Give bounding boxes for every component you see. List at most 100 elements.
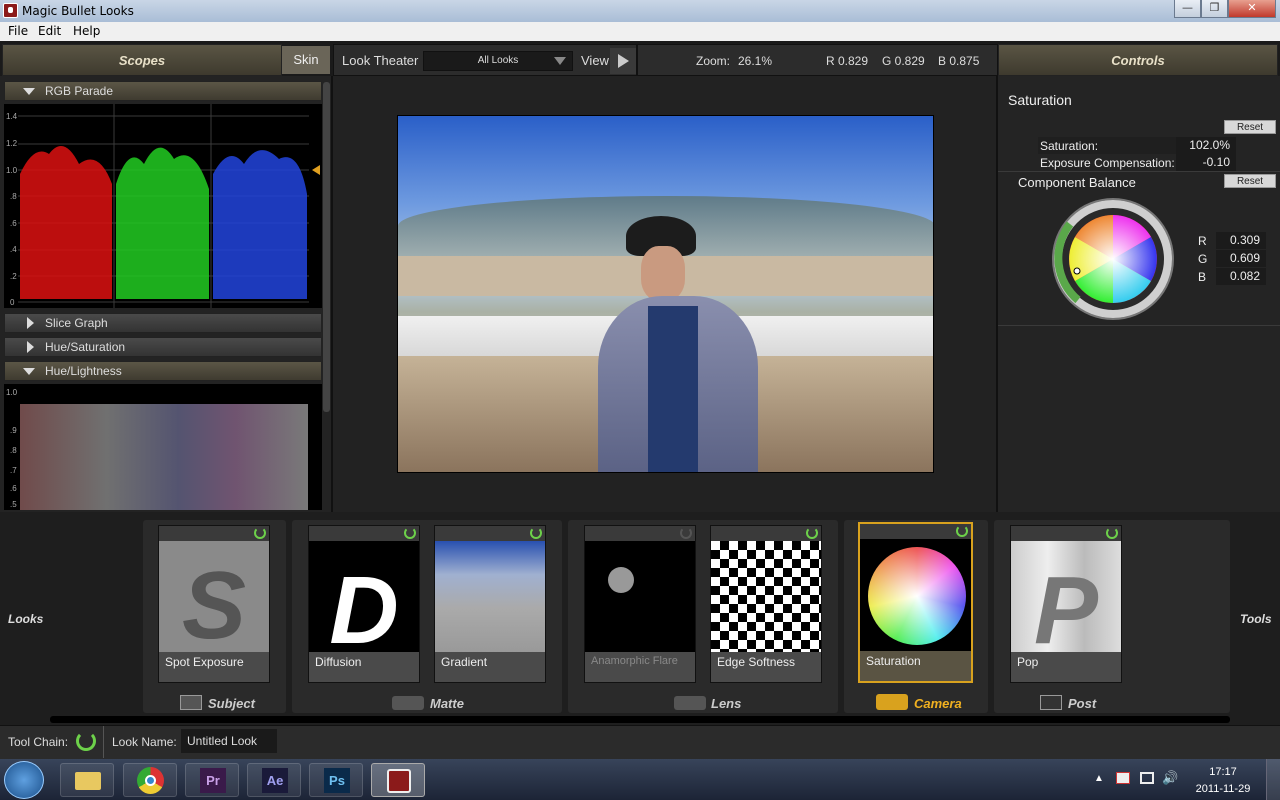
- saturation-label: Saturation:: [1040, 139, 1099, 153]
- axis-tick: .8: [10, 446, 17, 455]
- person-icon: [180, 695, 202, 710]
- section-hue-saturation[interactable]: Hue/Saturation: [4, 337, 322, 357]
- card-topbar: [159, 526, 269, 541]
- exposure-value[interactable]: -0.10: [1176, 154, 1236, 171]
- menu-edit[interactable]: Edit: [38, 24, 61, 38]
- viewer-info-bar: Zoom: 26.1% R 0.829 G 0.829 B 0.875: [637, 44, 998, 76]
- scopes-scrollbar[interactable]: [323, 82, 330, 412]
- power-icon[interactable]: [404, 527, 416, 539]
- tool-spot-exposure[interactable]: S Spot Exposure: [158, 525, 270, 683]
- premiere-icon[interactable]: Pr: [185, 763, 239, 797]
- axis-tick: .9: [10, 426, 17, 435]
- r-value[interactable]: 0.309: [1216, 232, 1266, 249]
- power-icon[interactable]: [1106, 527, 1118, 539]
- section-label: Slice Graph: [45, 316, 108, 330]
- camera-icon: [876, 694, 908, 710]
- section-rgb-parade[interactable]: RGB Parade: [4, 81, 322, 101]
- volume-icon[interactable]: 🔊: [1162, 770, 1178, 786]
- power-icon[interactable]: [956, 525, 968, 537]
- camera-icon: [392, 696, 424, 710]
- tool-saturation[interactable]: Saturation: [858, 522, 973, 683]
- minimize-button[interactable]: —: [1174, 0, 1201, 18]
- divider: [103, 726, 104, 758]
- view-label[interactable]: View: [581, 53, 609, 68]
- exposure-label: Exposure Compensation:: [1040, 156, 1175, 170]
- g-value[interactable]: 0.609: [1216, 250, 1266, 267]
- hue-lightness-scope: [4, 384, 322, 510]
- anamorphic-flare-thumb: [585, 541, 695, 653]
- power-icon[interactable]: [76, 731, 96, 751]
- expand-icon: [23, 368, 35, 375]
- look-name-field[interactable]: Untitled Look: [181, 729, 277, 753]
- tray-arrow-icon[interactable]: ▲: [1094, 773, 1104, 784]
- tool-diffusion[interactable]: D Diffusion: [308, 525, 420, 683]
- reset-button[interactable]: Reset: [1224, 120, 1276, 134]
- look-theater-bar: Look Theater All Looks View: [333, 44, 637, 76]
- card-topbar: [711, 526, 821, 541]
- chrome-icon[interactable]: [123, 763, 177, 797]
- divider: [998, 325, 1280, 326]
- title-bar: Magic Bullet Looks — ❐ ✕: [0, 0, 1280, 22]
- after-effects-icon[interactable]: Ae: [247, 763, 301, 797]
- menu-help[interactable]: Help: [73, 24, 100, 38]
- group-label-subject: Subject: [208, 696, 255, 711]
- tool-pop[interactable]: P Pop: [1010, 525, 1122, 683]
- clock-time[interactable]: 17:17: [1198, 766, 1248, 778]
- action-center-icon[interactable]: [1116, 772, 1130, 784]
- component-balance-label: Component Balance: [1018, 175, 1136, 190]
- magic-bullet-looks-icon[interactable]: [371, 763, 425, 797]
- group-label-matte: Matte: [430, 696, 464, 711]
- saturation-value[interactable]: 102.0%: [1176, 137, 1236, 154]
- power-icon[interactable]: [530, 527, 542, 539]
- tool-label: Anamorphic Flare: [585, 652, 695, 682]
- section-hue-lightness[interactable]: Hue/Lightness: [4, 361, 322, 381]
- tool-chain-label: Tool Chain:: [8, 735, 69, 749]
- b-value[interactable]: 0.082: [1216, 268, 1266, 285]
- section-slice-graph[interactable]: Slice Graph: [4, 313, 322, 333]
- start-button[interactable]: [4, 761, 44, 799]
- window-title: Magic Bullet Looks: [22, 4, 134, 18]
- axis-tick: .2: [10, 272, 17, 281]
- group-label-post: Post: [1068, 696, 1097, 711]
- balance-reset-button[interactable]: Reset: [1224, 174, 1276, 188]
- tool-gradient[interactable]: Gradient: [434, 525, 546, 683]
- scopes-title: Scopes: [118, 53, 166, 68]
- explorer-icon[interactable]: [60, 763, 114, 797]
- axis-tick: .5: [10, 500, 17, 509]
- tool-edge-softness[interactable]: Edge Softness: [710, 525, 822, 683]
- monitor-icon: [1040, 695, 1062, 710]
- tool-chain-scrollbar[interactable]: [50, 716, 1230, 723]
- card-topbar: [1011, 526, 1121, 541]
- axis-tick: .8: [10, 192, 17, 201]
- axis-tick: .6: [10, 484, 17, 493]
- controls-header: Controls: [998, 44, 1278, 76]
- section-label: Hue/Lightness: [45, 364, 122, 378]
- power-icon[interactable]: [806, 527, 818, 539]
- show-desktop-button[interactable]: [1266, 759, 1280, 800]
- look-theater-label: Look Theater: [342, 53, 419, 68]
- card-topbar: [435, 526, 545, 541]
- play-icon[interactable]: [610, 48, 636, 74]
- photoshop-icon[interactable]: Ps: [309, 763, 363, 797]
- tool-anamorphic-flare[interactable]: Anamorphic Flare: [584, 525, 696, 683]
- clock-date[interactable]: 2011-11-29: [1192, 783, 1254, 795]
- edge-softness-thumb: [711, 541, 821, 653]
- hl-axis: 1.0 .9 .8 .7 .6 .5: [4, 384, 18, 510]
- maximize-button[interactable]: ❐: [1201, 0, 1228, 18]
- photoshop-label: Ps: [324, 768, 350, 793]
- rgb-parade-scope: [4, 104, 322, 308]
- divider: [998, 171, 1280, 172]
- rgb-axis: 1.4 1.2 1.0 .8 .6 .4 .2 0: [4, 104, 18, 308]
- power-icon[interactable]: [680, 527, 692, 539]
- look-name-label: Look Name:: [112, 735, 177, 749]
- axis-tick: 0: [10, 298, 15, 307]
- skin-button[interactable]: Skin: [282, 46, 330, 74]
- card-topbar: [309, 526, 419, 541]
- menu-file[interactable]: File: [8, 24, 28, 38]
- close-button[interactable]: ✕: [1228, 0, 1276, 18]
- color-wheel[interactable]: [1050, 196, 1176, 322]
- power-icon[interactable]: [254, 527, 266, 539]
- network-icon[interactable]: [1140, 772, 1154, 784]
- looks-dropdown[interactable]: All Looks: [423, 51, 573, 71]
- controls-section-title: Saturation: [1008, 92, 1072, 108]
